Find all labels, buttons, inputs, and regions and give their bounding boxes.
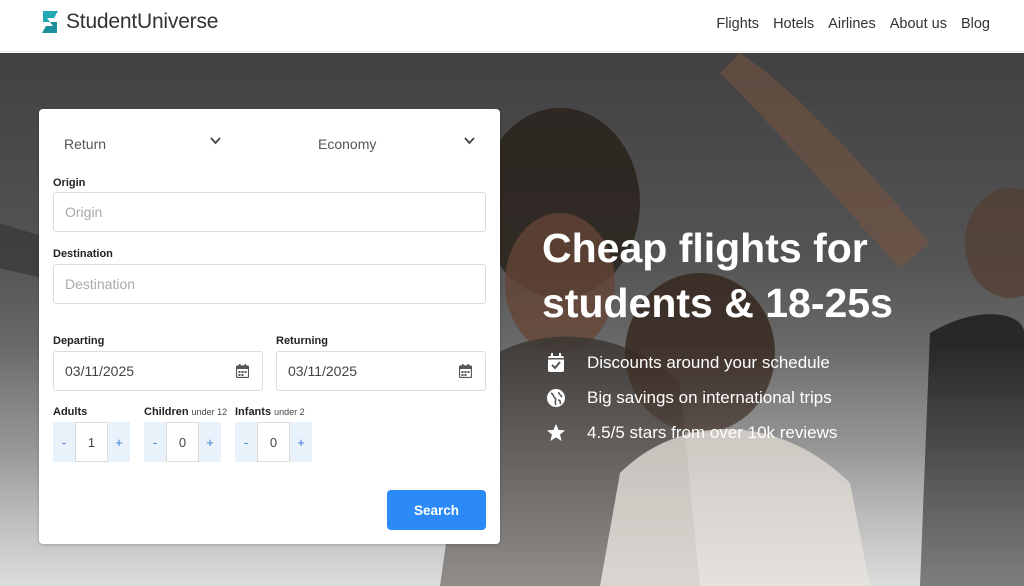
trip-type-select[interactable]: Return: [64, 133, 222, 155]
feature-list: Discounts around your schedule Big savin…: [545, 345, 837, 450]
departing-date-input[interactable]: 03/11/2025: [53, 351, 263, 391]
children-count[interactable]: 0: [166, 422, 199, 462]
infants-decrement-button[interactable]: -: [235, 422, 257, 462]
infants-age-hint: under 2: [274, 407, 305, 417]
children-label: Children under 12: [144, 406, 227, 418]
infants-count[interactable]: 0: [257, 422, 290, 462]
hero-headline: Cheap flights for students & 18-25s: [542, 225, 893, 326]
children-label-text: Children: [144, 406, 189, 418]
calendar-check-icon: [545, 352, 567, 374]
adults-label-text: Adults: [53, 406, 88, 418]
nav-item-about-us[interactable]: About us: [890, 16, 947, 32]
adults-label: Adults: [53, 406, 87, 418]
origin-placeholder: Origin: [65, 204, 103, 220]
calendar-icon[interactable]: [236, 364, 249, 378]
cabin-class-select[interactable]: Economy: [318, 133, 476, 155]
search-button[interactable]: Search: [387, 490, 486, 530]
trip-type-value: Return: [64, 136, 107, 152]
cabin-class-value: Economy: [318, 136, 377, 152]
adults-stepper: - 1 +: [53, 422, 130, 462]
infants-increment-button[interactable]: +: [290, 422, 312, 462]
children-stepper: - 0 +: [144, 422, 221, 462]
returning-date-input[interactable]: 03/11/2025: [276, 351, 486, 391]
children-increment-button[interactable]: +: [199, 422, 221, 462]
nav-item-hotels[interactable]: Hotels: [773, 16, 814, 32]
main-nav: Flights Hotels Airlines About us Blog: [702, 16, 990, 32]
nav-item-blog[interactable]: Blog: [961, 16, 990, 32]
nav-item-flights[interactable]: Flights: [716, 16, 759, 32]
destination-label: Destination: [53, 248, 113, 260]
feature-item: Big savings on international trips: [545, 380, 837, 415]
children-decrement-button[interactable]: -: [144, 422, 166, 462]
chevron-down-icon: [464, 137, 475, 145]
departing-date-value: 03/11/2025: [65, 363, 135, 379]
destination-placeholder: Destination: [65, 276, 136, 292]
feature-item: 4.5/5 stars from over 10k reviews: [545, 415, 837, 450]
brand-logo[interactable]: StudentUniverse: [39, 9, 218, 35]
origin-label: Origin: [53, 177, 86, 189]
brand-name: StudentUniverse: [66, 10, 219, 33]
children-age-hint: under 12: [191, 407, 228, 417]
adults-decrement-button[interactable]: -: [53, 422, 75, 462]
infants-label: Infants under 2: [235, 406, 305, 418]
brand-logo-icon: [42, 11, 58, 33]
origin-input[interactable]: Origin: [53, 192, 486, 232]
returning-date-value: 03/11/2025: [288, 363, 358, 379]
feature-text: 4.5/5 stars from over 10k reviews: [587, 422, 838, 442]
returning-label: Returning: [276, 335, 328, 347]
globe-icon: [545, 387, 567, 409]
feature-text: Discounts around your schedule: [587, 352, 830, 372]
adults-increment-button[interactable]: +: [108, 422, 130, 462]
infants-stepper: - 0 +: [235, 422, 312, 462]
chevron-down-icon: [210, 137, 221, 145]
flight-search-form: Return Economy Origin Origin Destination…: [39, 109, 500, 544]
nav-item-airlines[interactable]: Airlines: [828, 16, 876, 32]
adults-count[interactable]: 1: [75, 422, 108, 462]
feature-item: Discounts around your schedule: [545, 345, 837, 380]
departing-label: Departing: [53, 335, 105, 347]
site-header: StudentUniverse Flights Hotels Airlines …: [0, 0, 1024, 52]
destination-input[interactable]: Destination: [53, 264, 486, 304]
feature-text: Big savings on international trips: [587, 387, 832, 407]
calendar-icon[interactable]: [459, 364, 472, 378]
star-icon: [545, 422, 567, 444]
infants-label-text: Infants: [235, 406, 272, 418]
